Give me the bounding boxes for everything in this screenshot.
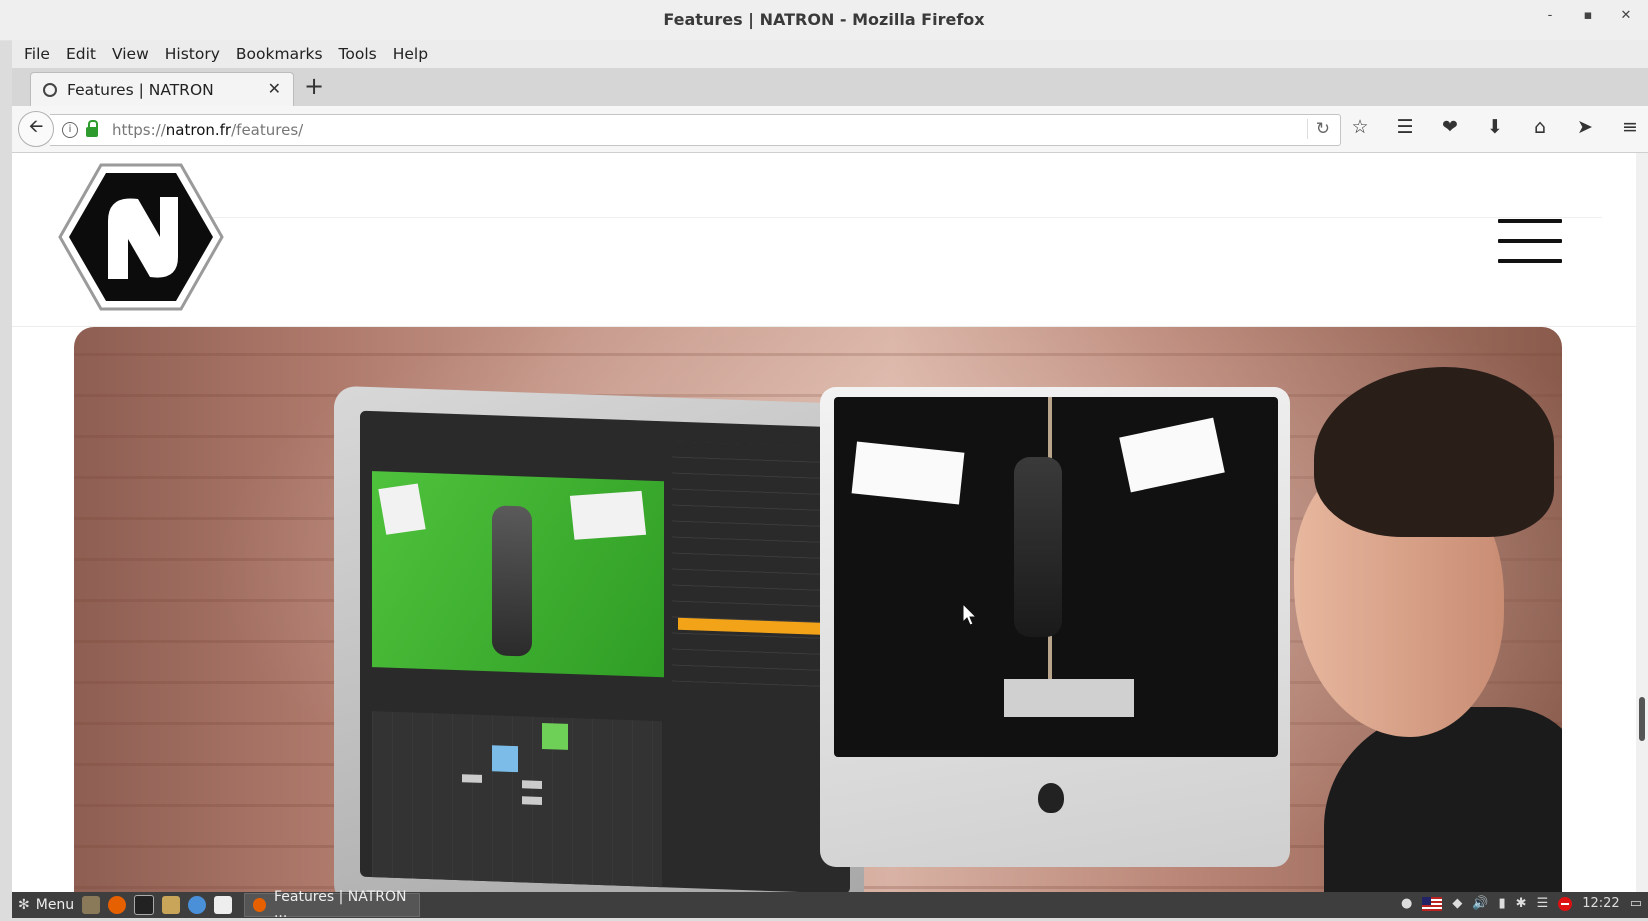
hamburger-menu-icon[interactable]: ≡ [1617, 116, 1643, 138]
close-window-button[interactable]: ✕ [1616, 8, 1636, 23]
home-icon[interactable]: ⌂ [1527, 116, 1553, 138]
update-alert-icon[interactable] [1558, 896, 1573, 911]
menu-history[interactable]: History [165, 45, 220, 63]
toolbar-icons: ☆ ☰ ❤ ⬇ ⌂ ➤ ≡ [1347, 116, 1643, 138]
back-button[interactable]: 🡨 [18, 111, 54, 147]
back-arrow-icon: 🡨 [28, 116, 44, 137]
composite-preview-screen [834, 397, 1278, 757]
clock[interactable]: 12:22 [1582, 896, 1619, 911]
menu-bar: File Edit View History Bookmarks Tools H… [12, 40, 1648, 68]
text-editor-launcher-icon[interactable] [214, 896, 233, 914]
battery-icon[interactable]: ▮ [1499, 896, 1506, 911]
volume-icon[interactable]: 🔊 [1472, 896, 1488, 911]
firefox-launcher-icon[interactable] [108, 896, 127, 914]
info-icon[interactable]: i [62, 122, 78, 138]
window-title: Features | NATRON - Mozilla Firefox [663, 10, 985, 29]
user-icon[interactable]: ● [1401, 896, 1412, 911]
header-divider [212, 217, 1602, 218]
gear-icon: ✻ [18, 897, 30, 913]
firefox-icon [253, 898, 266, 912]
taskbar-window-firefox[interactable]: Features | NATRON ... [244, 889, 421, 921]
apple-logo-icon [1038, 783, 1064, 813]
keyboard-layout-flag-icon[interactable] [1422, 896, 1443, 911]
natron-logo[interactable] [56, 161, 226, 313]
window-controls: - ▪ ✕ [1540, 8, 1636, 23]
site-favicon-icon [43, 83, 57, 97]
minimize-button[interactable]: - [1540, 8, 1560, 23]
file-manager-launcher-icon[interactable] [162, 896, 181, 914]
system-tray: ● ◆ 🔊 ▮ ✱ ☰ 12:22 ▭ [1401, 896, 1642, 911]
hero-image [74, 327, 1562, 892]
menu-tools[interactable]: Tools [339, 45, 377, 63]
natron-ui-screen [360, 410, 850, 892]
scrollbar-thumb[interactable] [1639, 697, 1645, 741]
os-taskbar: ✻ Menu Features | NATRON ... ● ◆ 🔊 ▮ ✱ ☰… [12, 889, 1648, 921]
page-content [12, 153, 1636, 892]
thunderbird-launcher-icon[interactable] [188, 896, 207, 914]
start-menu-label: Menu [35, 897, 75, 913]
reload-icon[interactable]: ↻ [1306, 119, 1330, 139]
page-scrollbar[interactable] [1636, 153, 1648, 892]
notifications-icon[interactable]: ☰ [1537, 896, 1549, 911]
network-icon[interactable]: ◆ [1452, 896, 1462, 911]
tab-features-natron[interactable]: Features | NATRON ✕ [30, 72, 294, 107]
terminal-launcher-icon[interactable] [134, 895, 155, 915]
show-desktop-icon[interactable] [82, 896, 101, 914]
maximize-button[interactable]: ▪ [1578, 8, 1598, 23]
menu-edit[interactable]: Edit [66, 45, 96, 63]
download-icon[interactable]: ⬇ [1482, 116, 1508, 138]
right-monitor [820, 387, 1290, 867]
tab-label: Features | NATRON [67, 81, 214, 99]
mouse-cursor-icon [962, 603, 978, 626]
star-icon[interactable]: ☆ [1347, 116, 1373, 138]
left-monitor [334, 385, 864, 892]
site-menu-button[interactable] [1498, 219, 1562, 279]
tab-bar: Features | NATRON ✕ + [12, 68, 1648, 107]
window-titlebar: Features | NATRON - Mozilla Firefox - ▪ … [0, 0, 1648, 41]
menu-bookmarks[interactable]: Bookmarks [236, 45, 323, 63]
navigation-bar: i https://natron.fr/features/ ↻ 🡨 ☆ ☰ ❤ … [12, 106, 1648, 153]
bluetooth-icon[interactable]: ✱ [1516, 896, 1527, 911]
url-bar[interactable]: i https://natron.fr/features/ ↻ [50, 114, 1341, 146]
menu-view[interactable]: View [112, 45, 149, 63]
show-desktop-tray-icon[interactable]: ▭ [1630, 896, 1642, 911]
taskbar-window-label: Features | NATRON ... [273, 889, 407, 921]
person-photo [1254, 367, 1562, 892]
close-tab-icon[interactable]: ✕ [268, 79, 281, 98]
menu-help[interactable]: Help [393, 45, 428, 63]
reading-list-icon[interactable]: ☰ [1392, 116, 1418, 138]
menu-file[interactable]: File [24, 45, 50, 63]
new-tab-button[interactable]: + [304, 72, 324, 100]
pocket-icon[interactable]: ❤ [1437, 116, 1463, 138]
start-menu-button[interactable]: ✻ Menu [18, 897, 74, 913]
send-icon[interactable]: ➤ [1572, 116, 1598, 138]
url-text[interactable]: https://natron.fr/features/ [112, 121, 303, 139]
lock-icon[interactable] [86, 120, 98, 137]
